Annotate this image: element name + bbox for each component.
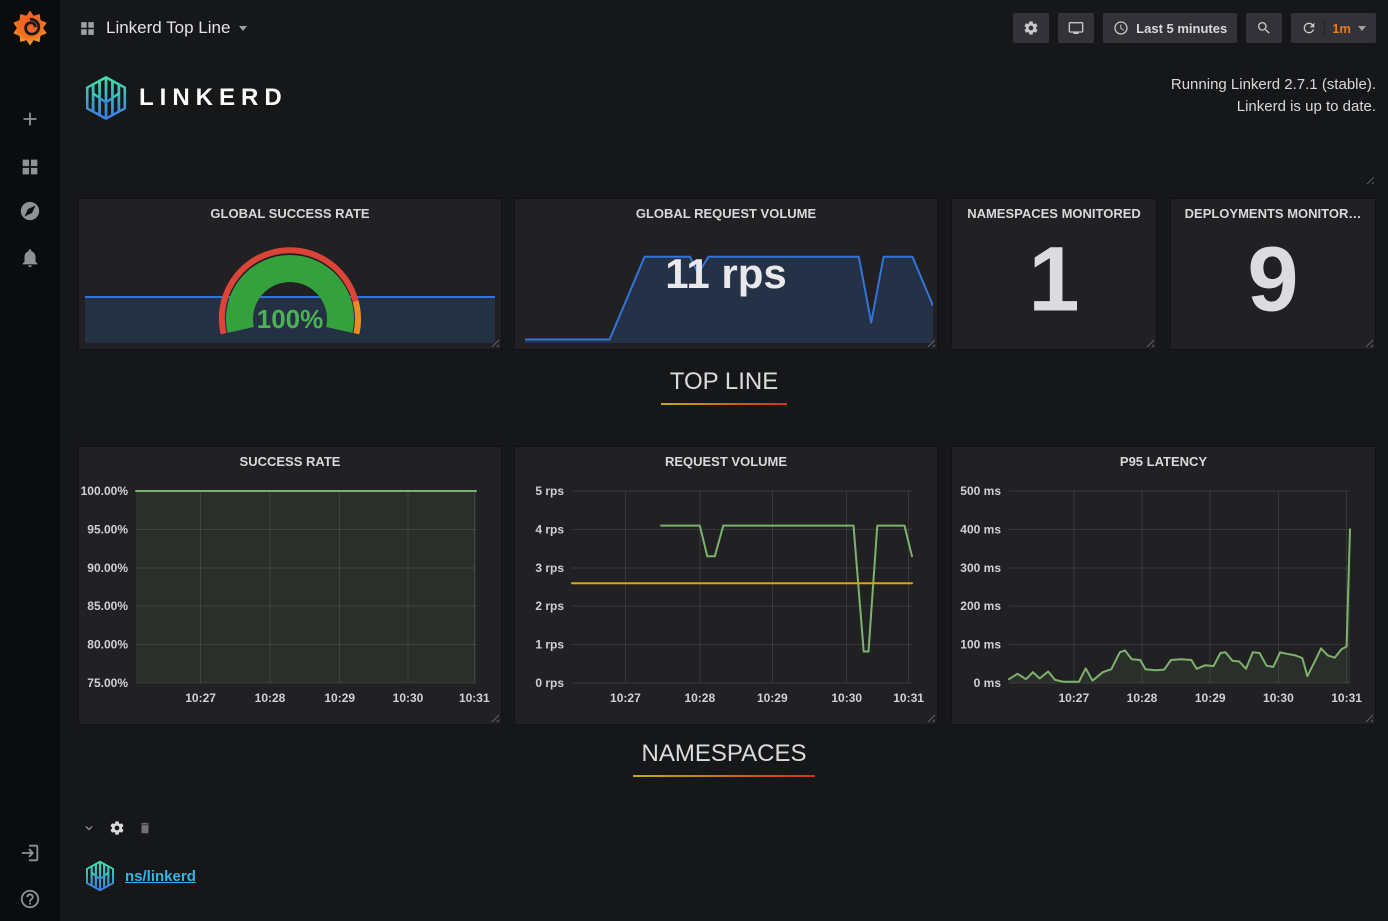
svg-text:10:31: 10:31 — [893, 691, 924, 705]
sign-in-icon[interactable] — [19, 842, 41, 864]
panel-global-request-volume: GLOBAL REQUEST VOLUME 11 rps — [514, 198, 938, 350]
svg-text:0 rps: 0 rps — [535, 676, 564, 690]
namespace-link[interactable]: ns/linkerd — [125, 868, 196, 885]
svg-text:2 rps: 2 rps — [535, 599, 564, 613]
svg-text:10:27: 10:27 — [610, 691, 641, 705]
panel-p95-latency-chart: P95 LATENCY 0 ms100 ms200 ms300 ms400 ms… — [951, 446, 1376, 725]
linkerd-wordmark: LINKERD — [139, 84, 288, 112]
svg-text:90.00%: 90.00% — [87, 561, 128, 575]
svg-text:100 ms: 100 ms — [960, 638, 1001, 652]
svg-text:95.00%: 95.00% — [87, 522, 128, 536]
panel-success-rate-chart: SUCCESS RATE 75.00%80.00%85.00%90.00%95.… — [78, 446, 502, 725]
svg-text:10:29: 10:29 — [1195, 691, 1226, 705]
svg-text:10:31: 10:31 — [1331, 691, 1362, 705]
refresh-interval-label: 1m — [1332, 21, 1351, 36]
panel-linkerd-header: LINKERD Running Linkerd 2.7.1 (stable). … — [78, 62, 1376, 186]
dashboard-title[interactable]: Linkerd Top Line — [106, 18, 230, 38]
zoom-out-button[interactable] — [1246, 13, 1282, 43]
svg-text:200 ms: 200 ms — [960, 599, 1001, 613]
refresh-caret-icon — [1358, 26, 1366, 31]
status-line-1: Running Linkerd 2.7.1 (stable). — [1171, 74, 1376, 96]
time-range-button[interactable]: Last 5 minutes — [1103, 13, 1237, 43]
section-title: NAMESPACES — [642, 740, 807, 777]
dashboards-icon[interactable] — [19, 156, 41, 178]
svg-text:10:30: 10:30 — [393, 691, 424, 705]
clock-icon — [1113, 20, 1129, 36]
section-namespaces: NAMESPACES — [60, 740, 1388, 777]
svg-text:100.00%: 100.00% — [81, 484, 129, 498]
alerting-bell-icon[interactable] — [19, 247, 41, 269]
svg-text:5 rps: 5 rps — [535, 484, 564, 498]
svg-text:10:27: 10:27 — [1058, 691, 1089, 705]
section-title: TOP LINE — [670, 368, 779, 405]
refresh-icon — [1301, 20, 1317, 36]
svg-text:10:30: 10:30 — [831, 691, 862, 705]
panel-deployments-monitored: DEPLOYMENTS MONITOR… 9 — [1170, 198, 1376, 350]
svg-text:1 rps: 1 rps — [535, 638, 564, 652]
magnifier-icon — [1256, 20, 1272, 36]
stat-value: 9 — [1171, 234, 1375, 326]
dashboard-settings-button[interactable] — [1013, 13, 1049, 43]
gauge-value: 100% — [257, 304, 324, 334]
svg-text:10:28: 10:28 — [255, 691, 286, 705]
explore-compass-icon[interactable] — [19, 200, 41, 222]
row-settings-gear-icon[interactable] — [109, 820, 125, 836]
svg-text:500 ms: 500 ms — [960, 484, 1001, 498]
svg-text:10:28: 10:28 — [1127, 691, 1158, 705]
svg-text:400 ms: 400 ms — [960, 522, 1001, 536]
dashboard-grid-icon[interactable] — [78, 19, 97, 38]
svg-text:10:31: 10:31 — [459, 691, 490, 705]
linkerd-status-text: Running Linkerd 2.7.1 (stable). Linkerd … — [1171, 74, 1376, 118]
add-icon[interactable] — [19, 108, 41, 130]
linkerd-logo-icon — [83, 74, 129, 122]
linkerd-namespace-icon — [84, 858, 116, 894]
panel-global-success-rate: GLOBAL SUCCESS RATE 100% — [78, 198, 502, 350]
svg-text:10:29: 10:29 — [757, 691, 788, 705]
row-controls — [82, 820, 152, 836]
request-volume-chart: 0 rps 1 rps 2 rps 3 rps 4 rps 5 rps 10:27 10:28… — [515, 447, 937, 724]
time-range-label: Last 5 minutes — [1136, 21, 1227, 36]
panel-resize-handle[interactable] — [1366, 176, 1374, 184]
svg-text:10:28: 10:28 — [684, 691, 715, 705]
success-rate-chart: 75.00% 80.00% 85.00% 90.00% 95.00% 100.00% 10:… — [79, 447, 501, 724]
chevron-down-icon[interactable] — [82, 821, 96, 835]
svg-text:75.00%: 75.00% — [87, 676, 128, 690]
svg-text:300 ms: 300 ms — [960, 561, 1001, 575]
refresh-button[interactable]: 1m — [1291, 13, 1376, 43]
p95-latency-chart: 0 ms 100 ms 200 ms 300 ms 400 ms 500 ms 10:27 1… — [952, 447, 1375, 724]
panel-title[interactable]: DEPLOYMENTS MONITOR… — [1171, 206, 1375, 221]
svg-text:4 rps: 4 rps — [535, 522, 564, 536]
svg-text:80.00%: 80.00% — [87, 638, 128, 652]
section-top-line: TOP LINE — [60, 368, 1388, 405]
row-delete-trash-icon[interactable] — [138, 821, 152, 835]
panel-title[interactable]: GLOBAL REQUEST VOLUME — [515, 206, 937, 221]
title-caret-icon[interactable] — [239, 26, 247, 31]
success-rate-gauge: 100% — [175, 215, 405, 347]
panel-title[interactable]: NAMESPACES MONITORED — [952, 206, 1156, 221]
svg-text:85.00%: 85.00% — [87, 599, 128, 613]
stat-value: 1 — [952, 234, 1156, 326]
help-icon[interactable] — [19, 888, 41, 910]
topbar: Linkerd Top Line Last 5 minutes 1m — [60, 0, 1388, 56]
cycle-view-monitor-button[interactable] — [1058, 13, 1094, 43]
svg-text:3 rps: 3 rps — [535, 561, 564, 575]
panel-resize-handle[interactable] — [1146, 339, 1154, 347]
svg-text:10:30: 10:30 — [1263, 691, 1294, 705]
namespace-row: ns/linkerd — [84, 858, 196, 894]
panel-namespaces-monitored: NAMESPACES MONITORED 1 — [951, 198, 1157, 350]
button-divider — [1324, 20, 1325, 36]
stat-value: 11 rps — [515, 253, 937, 295]
panel-request-volume-chart: REQUEST VOLUME 0 rps1 rps2 rps3 rps4 rps… — [514, 446, 938, 725]
sidebar — [0, 0, 60, 921]
grafana-logo-icon[interactable] — [9, 7, 51, 49]
panel-resize-handle[interactable] — [1365, 339, 1373, 347]
svg-text:10:29: 10:29 — [324, 691, 355, 705]
svg-text:10:27: 10:27 — [185, 691, 216, 705]
svg-text:0 ms: 0 ms — [974, 676, 1002, 690]
status-line-2: Linkerd is up to date. — [1171, 96, 1376, 118]
